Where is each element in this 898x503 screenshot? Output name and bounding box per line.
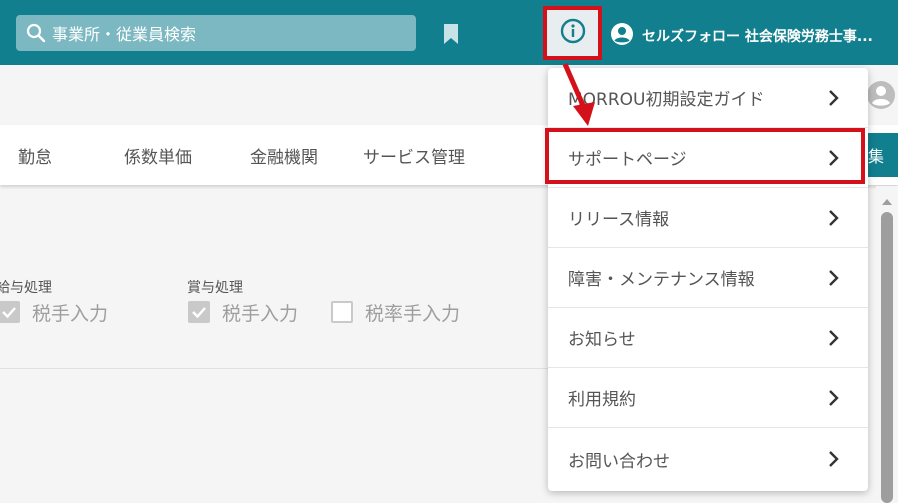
avatar-icon[interactable] bbox=[866, 80, 896, 110]
chevron-right-icon bbox=[828, 269, 840, 287]
search-input[interactable]: 事業所・従業員検索 bbox=[16, 15, 416, 51]
bookmark-icon[interactable] bbox=[441, 22, 461, 46]
checkbox-checked-icon bbox=[0, 301, 20, 323]
menu-item-label: 利用規約 bbox=[568, 390, 636, 410]
checkbox-checked-icon bbox=[188, 301, 210, 323]
chevron-right-icon bbox=[828, 450, 840, 468]
scroll-up-arrow-icon[interactable] bbox=[881, 192, 893, 205]
info-button-highlight bbox=[543, 6, 602, 60]
menu-item-label: お問い合わせ bbox=[568, 451, 670, 472]
annotation-arrow-icon bbox=[555, 60, 605, 140]
scrollbar-thumb[interactable] bbox=[881, 212, 893, 503]
user-menu[interactable]: セルズフォロー 社会保険労務士事... bbox=[610, 22, 873, 50]
menu-item-release-info[interactable]: リリース情報 bbox=[548, 188, 868, 248]
checkbox-unchecked-icon bbox=[331, 301, 353, 323]
top-bar: 事業所・従業員検索 セルズフォロー 社会保険労務士事... bbox=[0, 0, 898, 65]
menu-item-terms[interactable]: 利用規約 bbox=[548, 368, 868, 428]
salary-tax-manual-checkbox[interactable]: 税手入力 bbox=[0, 300, 109, 325]
divider bbox=[0, 368, 548, 369]
bonus-tax-manual-label: 税手入力 bbox=[222, 302, 299, 325]
search-placeholder: 事業所・従業員検索 bbox=[52, 25, 197, 44]
tab-attendance[interactable]: 勤怠 bbox=[18, 143, 52, 168]
chevron-right-icon bbox=[828, 209, 840, 227]
salary-tax-manual-label: 税手入力 bbox=[32, 302, 109, 325]
tab-service-management[interactable]: サービス管理 bbox=[363, 143, 465, 168]
search-icon bbox=[26, 23, 46, 43]
tab-coefficient-unit-price[interactable]: 係数単価 bbox=[124, 143, 192, 168]
chevron-right-icon bbox=[828, 329, 840, 347]
account-icon bbox=[610, 22, 634, 50]
menu-item-label: 障害・メンテナンス情報 bbox=[568, 270, 755, 290]
bonus-rate-manual-checkbox[interactable]: 税率手入力 bbox=[331, 300, 461, 325]
user-name: セルズフォロー 社会保険労務士事... bbox=[642, 29, 873, 45]
bonus-tax-manual-checkbox[interactable]: 税手入力 bbox=[188, 300, 299, 325]
menu-item-notices[interactable]: お知らせ bbox=[548, 308, 868, 368]
menu-item-label: お知らせ bbox=[568, 330, 636, 350]
menu-item-label: リリース情報 bbox=[568, 210, 670, 230]
chevron-right-icon bbox=[828, 389, 840, 407]
menu-item-outage-maintenance[interactable]: 障害・メンテナンス情報 bbox=[548, 248, 868, 308]
menu-item-contact[interactable]: お問い合わせ bbox=[548, 429, 868, 489]
tab-financial-institution[interactable]: 金融機関 bbox=[250, 143, 318, 168]
bonus-group-label: 賞与処理 bbox=[187, 280, 243, 296]
chevron-right-icon bbox=[828, 89, 840, 107]
salary-group-label: 給与処理 bbox=[0, 280, 52, 296]
bonus-rate-manual-label: 税率手入力 bbox=[365, 302, 461, 325]
